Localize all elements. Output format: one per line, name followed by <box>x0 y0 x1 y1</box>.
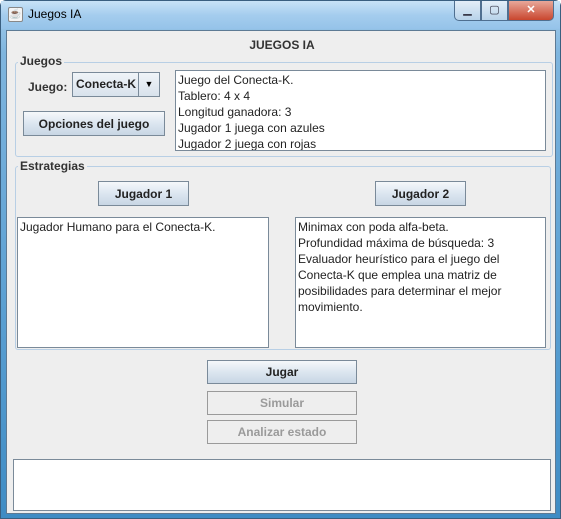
java-icon: ☕ <box>8 7 23 22</box>
close-button[interactable]: ✕ <box>508 1 554 21</box>
juego-selected-value: Conecta-K <box>76 77 137 91</box>
game-description-textarea[interactable]: Juego del Conecta-K. Tablero: 4 x 4 Long… <box>175 70 546 151</box>
estrategias-legend: Estrategias <box>18 159 87 173</box>
maximize-button[interactable]: ▢ <box>481 1 508 21</box>
player1-description-textarea[interactable]: Jugador Humano para el Conecta-K. <box>17 217 269 348</box>
app-window: ☕ Juegos IA ▁ ▢ ✕ JUEGOS IA Juegos Juego… <box>0 0 561 519</box>
play-button[interactable]: Jugar <box>207 360 357 384</box>
content-panel: JUEGOS IA Juegos Juego: Conecta-K ▼ Opci… <box>6 30 556 514</box>
juegos-legend: Juegos <box>18 54 65 68</box>
window-title: Juegos IA <box>28 7 82 21</box>
chevron-down-icon[interactable]: ▼ <box>138 73 159 96</box>
juego-select[interactable]: Conecta-K ▼ <box>72 72 160 97</box>
player2-button[interactable]: Jugador 2 <box>375 181 466 206</box>
player1-button[interactable]: Jugador 1 <box>98 181 189 206</box>
game-options-button[interactable]: Opciones del juego <box>23 111 165 136</box>
juego-label: Juego: <box>28 80 68 94</box>
analyze-state-button[interactable]: Analizar estado <box>207 420 357 444</box>
output-textarea[interactable] <box>13 459 551 511</box>
simulate-button[interactable]: Simular <box>207 391 357 415</box>
page-title: JUEGOS IA <box>249 38 315 52</box>
title-bar[interactable]: ☕ Juegos IA ▁ ▢ ✕ <box>1 1 560 29</box>
minimize-button[interactable]: ▁ <box>454 1 481 21</box>
player2-description-textarea[interactable]: Minimax con poda alfa-beta. Profundidad … <box>295 217 546 348</box>
